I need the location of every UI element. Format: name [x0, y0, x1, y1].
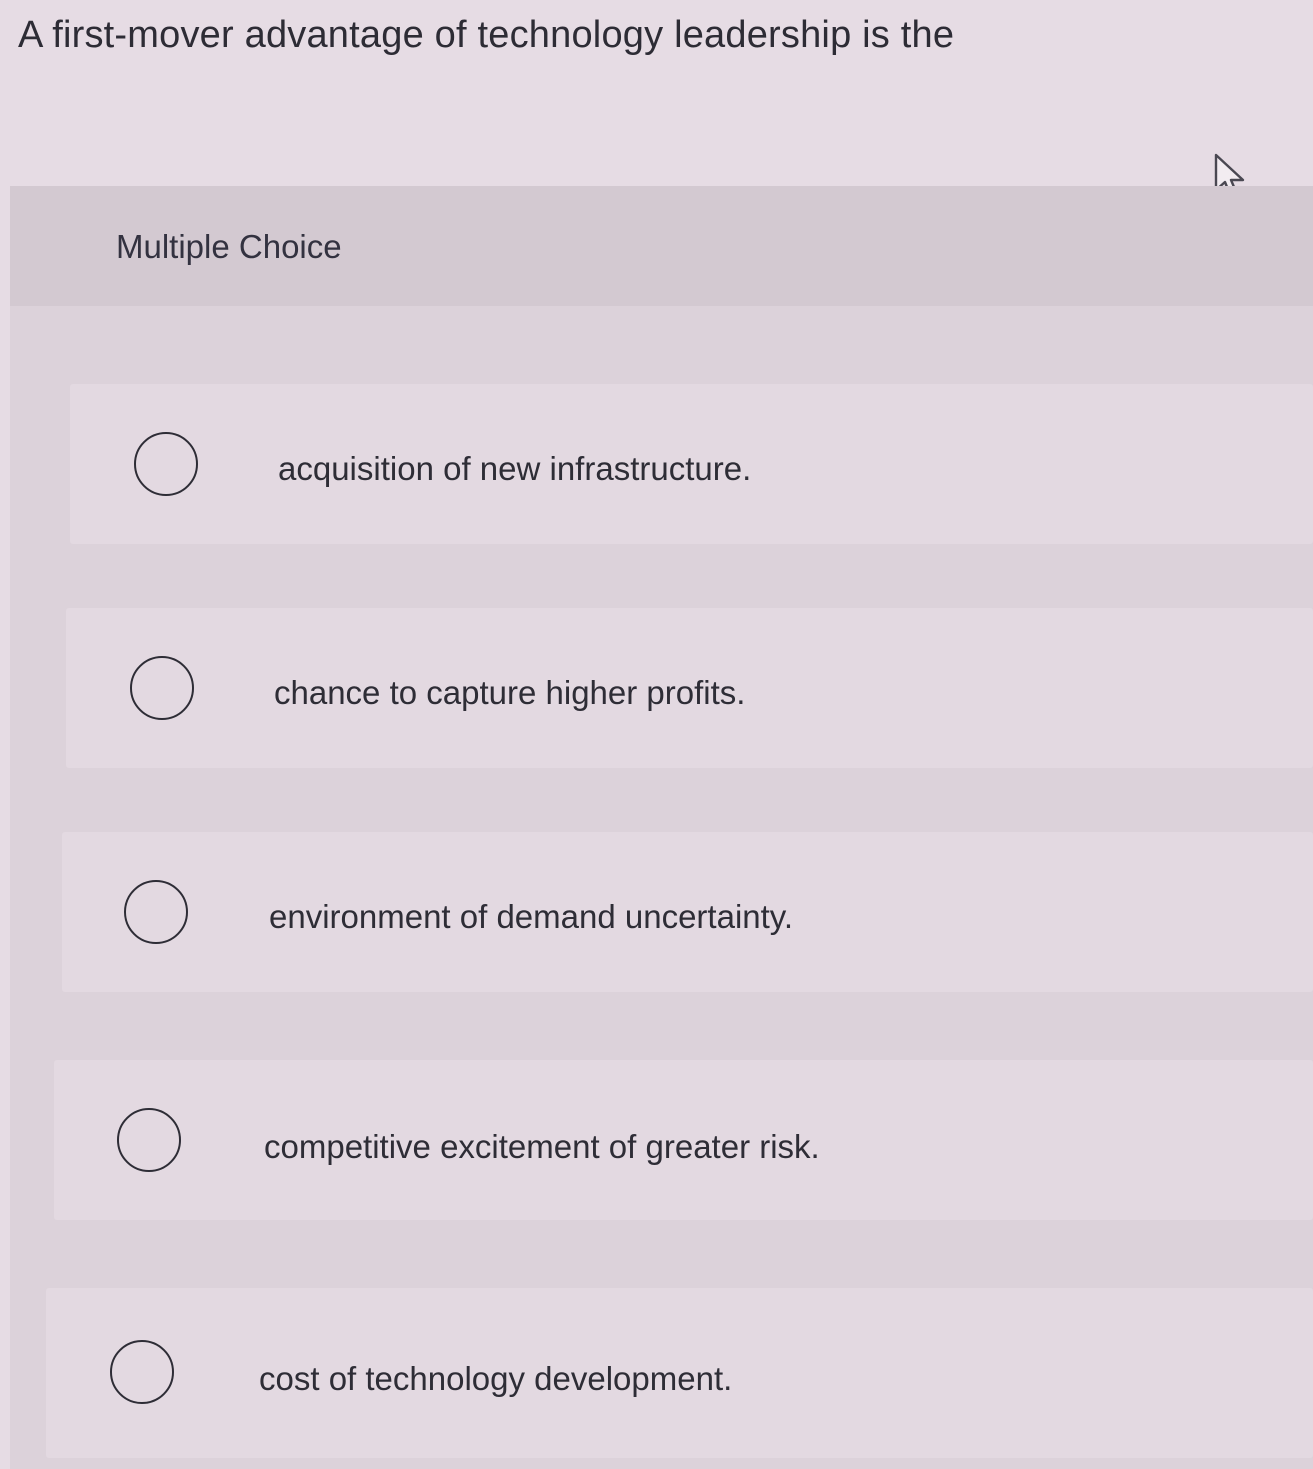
radio-unchecked-icon[interactable] — [130, 656, 194, 720]
radio-unchecked-icon[interactable] — [117, 1108, 181, 1172]
option-2-text: chance to capture higher profits. — [274, 674, 746, 711]
radio-unchecked-icon[interactable] — [110, 1340, 174, 1404]
question-text: A first-mover advantage of technology le… — [18, 14, 955, 56]
multiple-choice-panel: Multiple Choice acquisition of new infra… — [10, 186, 1313, 1469]
option-1[interactable]: acquisition of new infrastructure. — [70, 384, 1313, 544]
option-5[interactable]: cost of technology development. — [46, 1288, 1313, 1458]
multiple-choice-label: Multiple Choice — [116, 228, 342, 265]
radio-unchecked-icon[interactable] — [124, 880, 188, 944]
option-3-text: environment of demand uncertainty. — [269, 898, 794, 935]
radio-unchecked-icon[interactable] — [134, 432, 198, 496]
option-3[interactable]: environment of demand uncertainty. — [62, 832, 1313, 992]
multiple-choice-header: Multiple Choice — [10, 186, 1313, 306]
option-5-text: cost of technology development. — [259, 1360, 733, 1397]
option-2[interactable]: chance to capture higher profits. — [66, 608, 1313, 768]
option-1-text: acquisition of new infrastructure. — [278, 450, 752, 487]
option-4[interactable]: competitive excitement of greater risk. — [54, 1060, 1313, 1220]
option-4-text: competitive excitement of greater risk. — [264, 1128, 820, 1165]
